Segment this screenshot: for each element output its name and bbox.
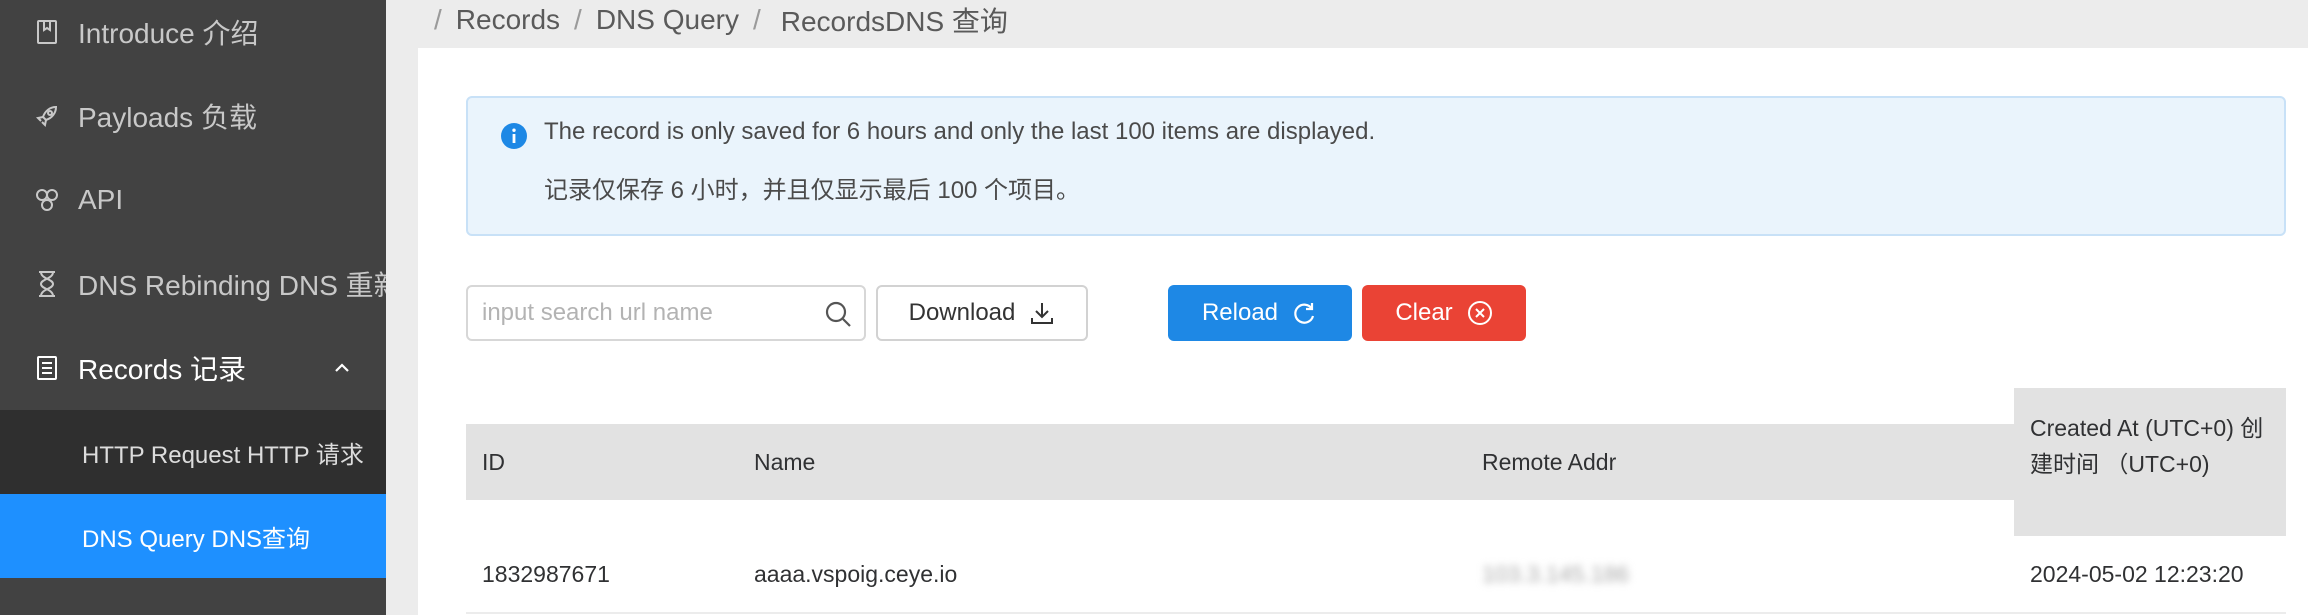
clear-button[interactable]: Clear	[1362, 285, 1526, 341]
rocket-icon	[32, 101, 62, 131]
search-icon[interactable]	[824, 300, 852, 328]
sidebar-item-label: Introduce 介绍	[78, 18, 259, 49]
sidebar-item-payloads[interactable]: Payloads 负载	[0, 74, 386, 158]
hourglass-icon	[32, 269, 62, 299]
sidebar: Introduce 介绍 Payloads 负载 API DNS Rebindi…	[0, 0, 386, 615]
records-icon	[32, 353, 62, 383]
sidebar-item-label: DNS Rebinding DNS 重新绑定	[78, 270, 386, 301]
chevron-up-icon	[330, 355, 354, 379]
breadcrumb: / Records / DNS Query / RecordsDNS 查询	[434, 0, 1008, 40]
sidebar-subitem-dns-query[interactable]: DNS Query DNS查询	[0, 494, 386, 578]
search-box	[466, 285, 866, 341]
book-icon	[32, 17, 62, 47]
breadcrumb-item-current: RecordsDNS 查询	[780, 6, 1008, 37]
sidebar-item-label: Payloads 负载	[78, 102, 257, 133]
sidebar-item-records[interactable]: Records 记录	[0, 326, 386, 410]
alert-message-zh: 记录仅保存 6 小时，并且仅显示最后 100 个项目。	[544, 177, 1081, 204]
download-button[interactable]: Download	[876, 285, 1088, 341]
table-header-remote-addr: Remote Addr	[1482, 448, 1617, 475]
breadcrumb-separator: /	[434, 4, 442, 35]
breadcrumb-separator: /	[574, 4, 582, 35]
table-header-id: ID	[482, 448, 505, 475]
table-header-created-at: Created At (UTC+0) 创建时间 （UTC+0)	[2014, 388, 2286, 536]
cell-name: aaaa.vspoig.ceye.io	[754, 560, 958, 587]
reload-button-label: Reload	[1201, 299, 1279, 326]
sidebar-item-label: Records 记录	[78, 354, 247, 385]
cell-remote-addr: 103.3.145.186	[1482, 560, 1630, 587]
sidebar-subitem-http-request[interactable]: HTTP Request HTTP 请求	[0, 410, 386, 494]
info-alert: The record is only saved for 6 hours and…	[466, 96, 2286, 236]
table-header	[466, 424, 2286, 500]
download-button-label: Download	[908, 299, 1016, 326]
download-icon	[1029, 300, 1055, 326]
clear-button-label: Clear	[1395, 299, 1453, 326]
table-header-name: Name	[754, 448, 816, 475]
refresh-icon	[1292, 300, 1318, 326]
sidebar-item-introduce[interactable]: Introduce 介绍	[0, 0, 386, 74]
row-divider	[466, 612, 2286, 614]
sidebar-subitem-label: HTTP Request HTTP 请求	[82, 441, 364, 469]
search-input[interactable]	[482, 297, 802, 329]
breadcrumb-item-records[interactable]: Records	[456, 4, 560, 36]
cell-created-at: 2024-05-02 12:23:20	[2030, 560, 2244, 587]
cell-id: 1832987671	[482, 560, 610, 587]
info-icon	[500, 122, 528, 150]
alert-message-en: The record is only saved for 6 hours and…	[544, 118, 1376, 145]
sidebar-subitem-label: DNS Query DNS查询	[82, 525, 311, 553]
breadcrumb-item-dns-query[interactable]: DNS Query	[596, 4, 739, 36]
breadcrumb-separator: /	[752, 4, 761, 35]
sidebar-item-api[interactable]: API	[0, 158, 386, 242]
sidebar-item-label: API	[78, 184, 124, 215]
sidebar-item-dns-rebinding[interactable]: DNS Rebinding DNS 重新绑定	[0, 242, 386, 326]
api-icon	[32, 185, 62, 215]
sidebar-footer	[0, 578, 386, 615]
reload-button[interactable]: Reload	[1168, 285, 1352, 341]
close-circle-icon	[1467, 300, 1493, 326]
